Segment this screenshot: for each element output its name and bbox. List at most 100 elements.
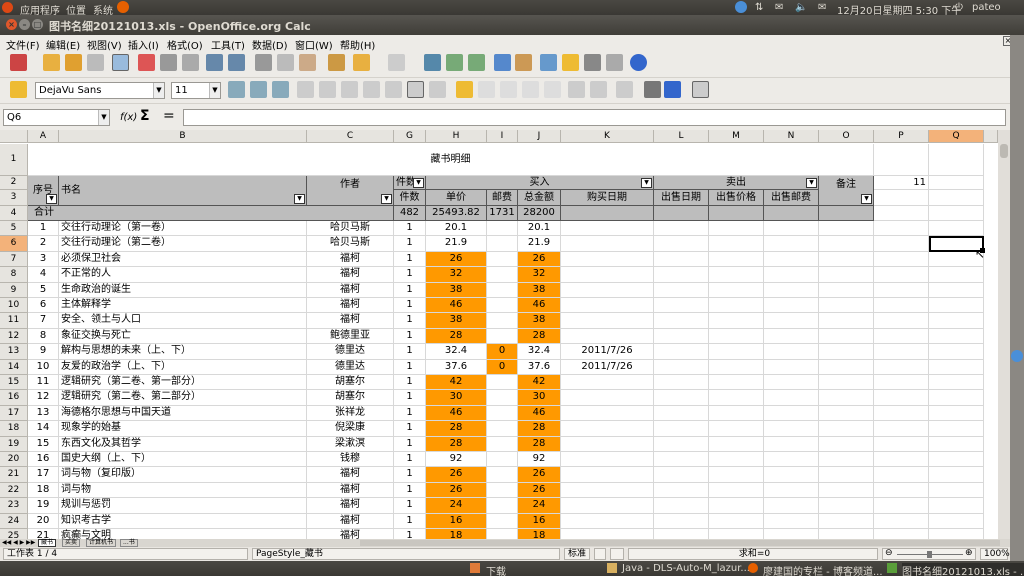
cell-empty[interactable] xyxy=(709,452,764,468)
network-icon[interactable] xyxy=(735,1,747,13)
zoom-percent[interactable]: 100% xyxy=(980,548,1010,560)
cell-book-title[interactable]: 词与物 xyxy=(59,482,307,499)
cell-empty[interactable] xyxy=(929,344,984,360)
cell-price[interactable]: 46 xyxy=(426,405,487,422)
align-middle-icon[interactable] xyxy=(429,81,446,98)
chevron-down-icon[interactable]: ▼ xyxy=(98,110,109,125)
menu-view[interactable]: 视图(V) xyxy=(87,37,122,52)
cell-empty[interactable] xyxy=(929,529,984,539)
cell-count[interactable]: 1 xyxy=(394,405,426,422)
cell-seq[interactable]: 2 xyxy=(28,236,59,252)
cell-total[interactable]: 46 xyxy=(518,298,561,314)
cell-postage[interactable] xyxy=(487,251,518,268)
cell-date[interactable] xyxy=(561,467,654,483)
undo-icon[interactable] xyxy=(353,54,370,71)
cell-empty[interactable] xyxy=(819,267,874,283)
navigator-icon[interactable] xyxy=(562,54,579,71)
cell-count[interactable]: 1 xyxy=(394,328,426,345)
menu-format[interactable]: 格式(O) xyxy=(167,37,203,52)
cell-count[interactable]: 1 xyxy=(394,498,426,514)
cell-date[interactable] xyxy=(561,498,654,514)
delete-decimal-icon[interactable] xyxy=(544,81,561,98)
cell-book-title[interactable]: 象征交换与死亡 xyxy=(59,328,307,345)
cell-seq[interactable]: 18 xyxy=(28,482,59,499)
cell-empty[interactable] xyxy=(874,328,929,345)
cell-author[interactable]: 福柯 xyxy=(307,298,394,314)
select-all-corner[interactable] xyxy=(0,130,28,143)
cell-book-title[interactable]: 词与物（复印版） xyxy=(59,467,307,483)
cell-count[interactable]: 1 xyxy=(394,282,426,298)
tab-nav-icon[interactable]: ◀◀ ◀ ▶ ▶▶ xyxy=(2,539,35,547)
cell-empty[interactable] xyxy=(819,452,874,468)
row-header-1[interactable]: 1 xyxy=(0,144,28,176)
cell-empty[interactable] xyxy=(929,375,984,391)
menu-window[interactable]: 窗口(W) xyxy=(295,37,333,52)
autofilter-button[interactable]: ▼ xyxy=(413,178,424,188)
cell-price[interactable]: 24 xyxy=(426,498,487,514)
cell-empty[interactable] xyxy=(874,298,929,314)
cell-postage[interactable] xyxy=(487,390,518,406)
cell-count[interactable]: 1 xyxy=(394,452,426,468)
cell-date[interactable]: 2011/7/26 xyxy=(561,359,654,375)
row-header-13[interactable]: 13 xyxy=(0,344,28,360)
menu-tools[interactable]: 工具(T) xyxy=(211,37,245,52)
column-header-a[interactable]: A xyxy=(28,130,59,143)
cell-postage[interactable]: 0 xyxy=(487,344,518,360)
cell-empty[interactable] xyxy=(709,421,764,437)
ubuntu-logo-icon[interactable] xyxy=(2,2,13,13)
sheet-title[interactable]: 藏书明细 xyxy=(28,144,874,176)
paste-icon[interactable] xyxy=(299,54,316,71)
formula-input[interactable] xyxy=(183,109,1006,126)
cell-empty[interactable] xyxy=(874,452,929,468)
cell-postage[interactable] xyxy=(487,267,518,283)
row-header-24[interactable]: 24 xyxy=(0,513,28,529)
cell-empty[interactable] xyxy=(654,267,709,283)
total-empty-n[interactable] xyxy=(764,206,819,221)
cell-postage[interactable] xyxy=(487,421,518,437)
cell-empty[interactable] xyxy=(874,498,929,514)
column-header-r[interactable] xyxy=(984,130,998,143)
user-menu[interactable]: pateo xyxy=(972,2,1001,13)
underline-icon[interactable] xyxy=(272,81,289,98)
cell-seq[interactable]: 19 xyxy=(28,498,59,514)
cell-empty[interactable] xyxy=(929,298,984,314)
cell-q1[interactable] xyxy=(929,144,984,176)
total-count[interactable]: 482 xyxy=(394,206,426,221)
cell-book-title[interactable]: 东西文化及其哲学 xyxy=(59,436,307,452)
increase-indent-icon[interactable] xyxy=(590,81,607,98)
cell-empty[interactable] xyxy=(874,513,929,529)
cell-empty[interactable] xyxy=(709,298,764,314)
cell-book-title[interactable]: 不正常的人 xyxy=(59,267,307,283)
cell-postage[interactable] xyxy=(487,221,518,237)
taskbar-calc[interactable]: 图书名细20121013.xls - ... xyxy=(902,563,1024,576)
cell-empty[interactable] xyxy=(874,405,929,422)
cell-book-title[interactable]: 海德格尔思想与中国天道 xyxy=(59,405,307,422)
cell-empty[interactable] xyxy=(654,282,709,298)
cell-empty[interactable] xyxy=(764,513,819,529)
cell-count[interactable]: 1 xyxy=(394,375,426,391)
cell-empty[interactable] xyxy=(819,282,874,298)
cell-empty[interactable] xyxy=(654,298,709,314)
cell-author[interactable]: 哈贝马斯 xyxy=(307,221,394,237)
cell-postage[interactable] xyxy=(487,375,518,391)
help-icon[interactable] xyxy=(630,54,647,71)
cell-author[interactable]: 德里达 xyxy=(307,344,394,360)
autofilter-button[interactable]: ▼ xyxy=(46,194,57,204)
cell-empty[interactable] xyxy=(709,313,764,329)
cell-empty[interactable] xyxy=(654,452,709,468)
menu-insert[interactable]: 插入(I) xyxy=(128,37,159,52)
cell-total[interactable]: 38 xyxy=(518,282,561,298)
cell-empty[interactable] xyxy=(764,405,819,422)
cell-empty[interactable] xyxy=(654,467,709,483)
cell-total[interactable]: 26 xyxy=(518,467,561,483)
cell-count[interactable]: 1 xyxy=(394,298,426,314)
column-header-j[interactable]: J xyxy=(518,130,561,143)
align-left-icon[interactable] xyxy=(297,81,314,98)
page-preview-icon[interactable] xyxy=(182,54,199,71)
cell-empty[interactable] xyxy=(874,282,929,298)
cell-empty[interactable] xyxy=(709,405,764,422)
chevron-down-icon[interactable]: ▼ xyxy=(209,83,220,98)
cell-empty[interactable] xyxy=(709,282,764,298)
cell-count[interactable]: 1 xyxy=(394,513,426,529)
cell-price[interactable]: 21.9 xyxy=(426,236,487,252)
